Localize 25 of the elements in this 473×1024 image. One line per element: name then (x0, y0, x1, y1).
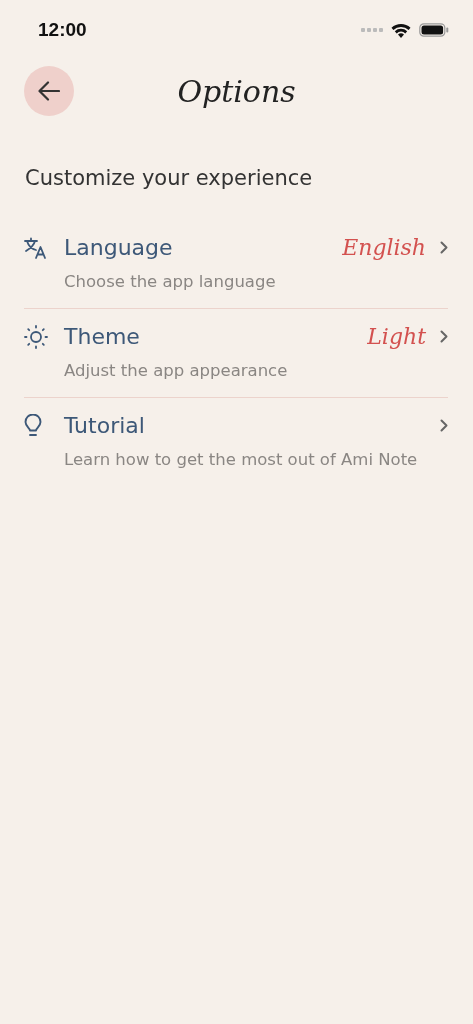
option-row[interactable]: Language English Choose the app language (24, 220, 448, 308)
battery-icon (419, 23, 449, 37)
page-title: Options (177, 73, 296, 109)
option-row[interactable]: Tutorial Learn how to get the most out of Ami Note (24, 398, 448, 486)
chevron-right-icon (440, 241, 448, 254)
back-button[interactable] (24, 66, 74, 116)
chevron-right-icon (440, 330, 448, 343)
option-description: Adjust the app appearance (64, 361, 289, 380)
status-time: 12:00 (38, 19, 87, 41)
option-description: Choose the app language (64, 272, 277, 291)
translate-icon (24, 236, 48, 259)
option-row[interactable]: Theme Light Adjust the app appearance (24, 309, 448, 397)
section-heading: Customize your experience (25, 166, 314, 190)
option-value: Light (367, 324, 426, 349)
option-value: English (342, 235, 426, 260)
option-title: Theme (64, 324, 141, 349)
signal-icon (361, 28, 383, 32)
lightbulb-icon (24, 413, 42, 438)
chevron-right-icon (440, 419, 448, 432)
wifi-icon (391, 22, 411, 38)
option-title: Tutorial (64, 413, 146, 438)
option-title: Language (64, 235, 174, 260)
back-arrow-icon (38, 81, 60, 101)
sun-icon (24, 324, 48, 349)
option-description: Learn how to get the most out of Ami Note (64, 450, 419, 469)
